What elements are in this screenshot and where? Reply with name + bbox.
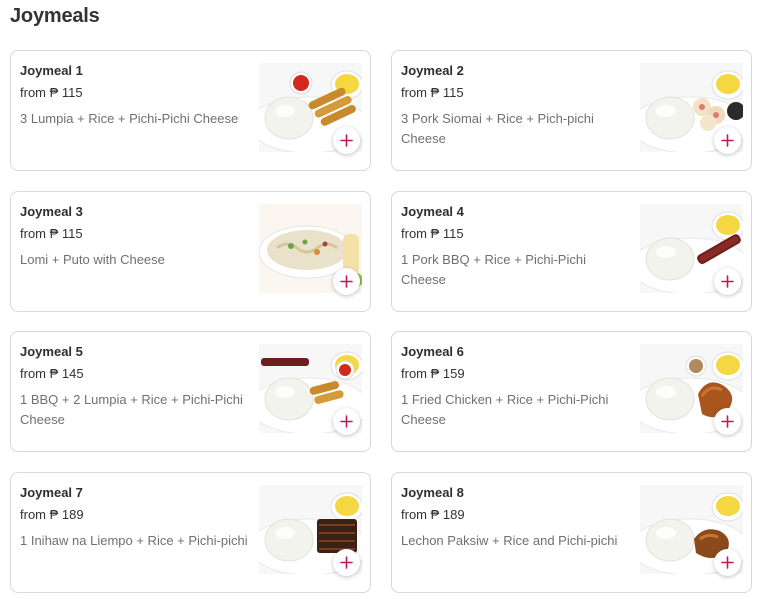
add-to-cart-button[interactable] xyxy=(714,127,741,154)
menu-item-name: Joymeal 1 xyxy=(20,63,83,78)
menu-item-name: Joymeal 3 xyxy=(20,204,83,219)
menu-item-description: Lomi + Puto with Cheese xyxy=(20,252,165,267)
menu-item-description: 1 Pork BBQ + Rice + Pichi-Pichi Cheese xyxy=(401,252,586,287)
menu-grid: Joymeal 1 from ₱ 115 3 Lumpia + Rice + Pic… xyxy=(0,0,758,599)
menu-item-card[interactable]: Joymeal 1 from ₱ 115 3 Lumpia + Rice + Pic… xyxy=(10,50,371,171)
menu-item-description: Lechon Paksiw + Rice and Pichi-pichi xyxy=(401,533,618,548)
add-to-cart-button[interactable] xyxy=(714,549,741,576)
menu-item-description: 1 Fried Chicken + Rice + Pichi-Pichi Che… xyxy=(401,392,609,427)
menu-item-name: Joymeal 2 xyxy=(401,63,464,78)
menu-item-price: from ₱ 189 xyxy=(401,507,465,522)
add-to-cart-button[interactable] xyxy=(714,408,741,435)
plus-icon xyxy=(340,556,353,569)
menu-item-description: 3 Pork Siomai + Rice + Pich-pichi Cheese xyxy=(401,111,594,146)
menu-item-card[interactable]: Joymeal 5 from ₱ 145 1 BBQ + 2 Lumpia + Ri… xyxy=(10,331,371,452)
add-to-cart-button[interactable] xyxy=(333,549,360,576)
plus-icon xyxy=(721,415,734,428)
menu-item-card[interactable]: Joymeal 6 from ₱ 159 1 Fried Chicken + Ric… xyxy=(391,331,752,452)
plus-icon xyxy=(721,134,734,147)
plus-icon xyxy=(721,556,734,569)
menu-item-price: from ₱ 115 xyxy=(20,85,83,100)
menu-item-name: Joymeal 8 xyxy=(401,485,464,500)
menu-item-description: 1 BBQ + 2 Lumpia + Rice + Pichi-Pichi Ch… xyxy=(20,392,243,427)
plus-icon xyxy=(340,275,353,288)
add-to-cart-button[interactable] xyxy=(333,268,360,295)
add-to-cart-button[interactable] xyxy=(333,127,360,154)
menu-item-name: Joymeal 5 xyxy=(20,344,83,359)
menu-item-price: from ₱ 159 xyxy=(401,366,465,381)
menu-item-price: from ₱ 145 xyxy=(20,366,84,381)
menu-item-name: Joymeal 7 xyxy=(20,485,83,500)
menu-item-price: from ₱ 189 xyxy=(20,507,84,522)
menu-item-name: Joymeal 4 xyxy=(401,204,464,219)
plus-icon xyxy=(721,275,734,288)
menu-item-price: from ₱ 115 xyxy=(401,85,464,100)
menu-item-name: Joymeal 6 xyxy=(401,344,464,359)
menu-item-card[interactable]: Joymeal 3 from ₱ 115 Lomi + Puto with Chee… xyxy=(10,191,371,312)
menu-item-card[interactable]: Joymeal 8 from ₱ 189 Lechon Paksiw + Rice … xyxy=(391,472,752,593)
plus-icon xyxy=(340,134,353,147)
menu-item-card[interactable]: Joymeal 4 from ₱ 115 1 Pork BBQ + Rice + P… xyxy=(391,191,752,312)
add-to-cart-button[interactable] xyxy=(333,408,360,435)
add-to-cart-button[interactable] xyxy=(714,268,741,295)
menu-item-description: 3 Lumpia + Rice + Pichi-Pichi Cheese xyxy=(20,111,239,126)
menu-item-description: 1 Inihaw na Liempo + Rice + Pichi-pichi xyxy=(20,533,248,548)
plus-icon xyxy=(340,415,353,428)
menu-item-card[interactable]: Joymeal 7 from ₱ 189 1 Inihaw na Liempo + … xyxy=(10,472,371,593)
menu-item-price: from ₱ 115 xyxy=(401,226,464,241)
menu-item-card[interactable]: Joymeal 2 from ₱ 115 3 Pork Siomai + Rice … xyxy=(391,50,752,171)
menu-item-price: from ₱ 115 xyxy=(20,226,83,241)
